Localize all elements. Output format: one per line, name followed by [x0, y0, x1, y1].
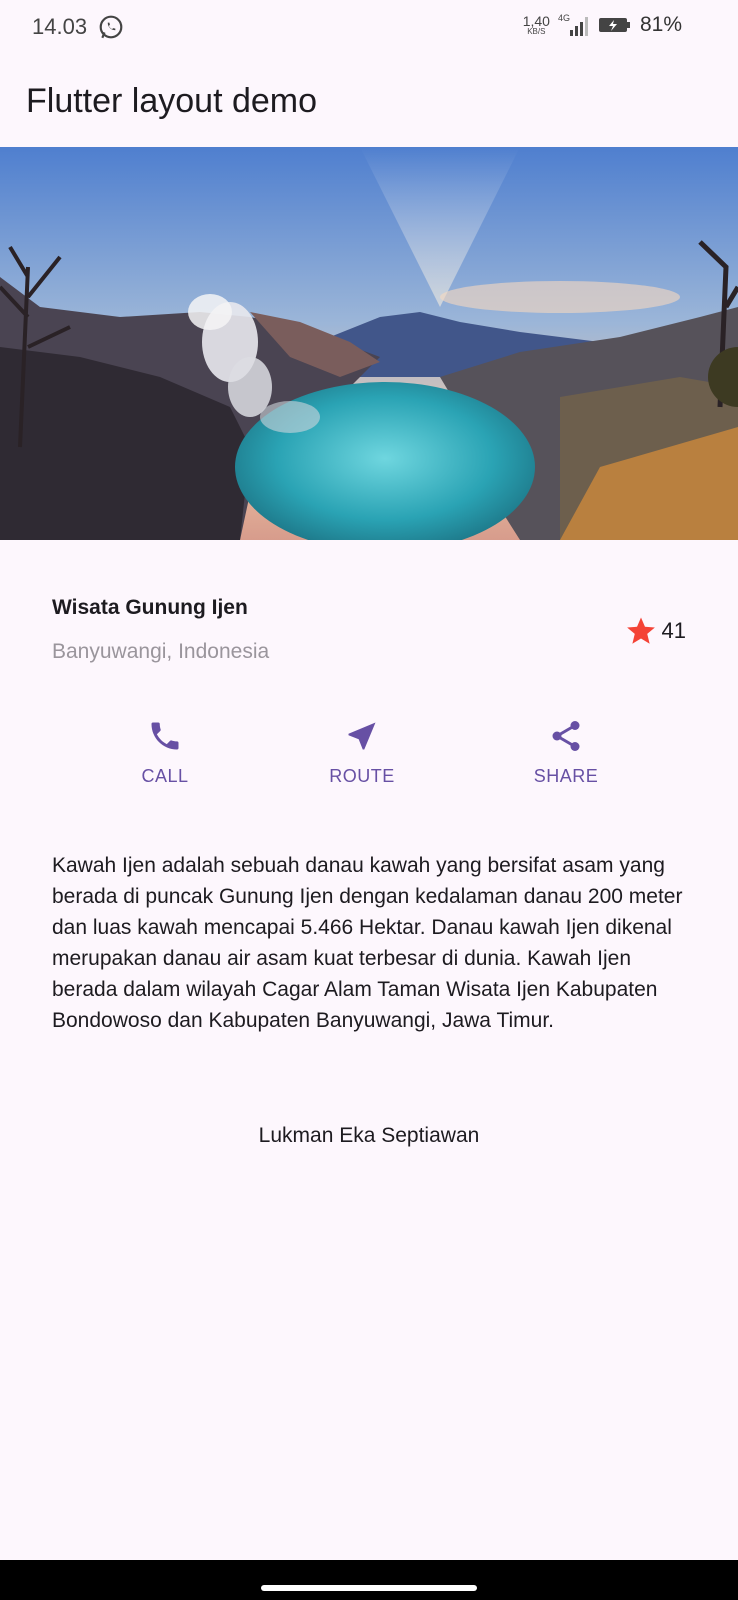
phone-icon: [151, 722, 179, 750]
title-section: Wisata Gunung Ijen Banyuwangi, Indonesia…: [52, 590, 686, 670]
description-text: Kawah Ijen adalah sebuah danau kawah yan…: [52, 854, 683, 1032]
landscape-photo: [0, 147, 738, 540]
home-indicator[interactable]: [261, 1585, 477, 1591]
app-title: Flutter layout demo: [26, 82, 318, 120]
star-icon: [626, 617, 655, 644]
navigation-arrow-icon: [348, 722, 376, 750]
call-label: CALL: [141, 766, 189, 786]
status-bar: 14.03 1,40 KB/S 4G 81%: [0, 0, 738, 56]
battery-percent: 81%: [639, 13, 682, 36]
place-location: Banyuwangi, Indonesia: [52, 640, 270, 663]
hero-image: [0, 147, 738, 540]
network-speed: 1,40 KB/S: [523, 14, 550, 36]
network-speed-value: 1,40: [522, 13, 550, 29]
app-bar: Flutter layout demo: [0, 56, 738, 146]
system-nav-bar: [0, 1560, 738, 1600]
signal-icon: 4G: [558, 13, 588, 36]
share-label: SHARE: [533, 766, 599, 786]
route-label: ROUTE: [329, 766, 395, 786]
share-icon: [552, 721, 580, 751]
battery-icon: [598, 18, 630, 32]
status-time: 14.03: [32, 14, 88, 39]
rating[interactable]: 41: [624, 614, 686, 648]
author-name: Lukman Eka Septiawan: [258, 1124, 480, 1147]
route-button[interactable]: ROUTE: [292, 718, 432, 787]
button-row: CALL ROUTE SHARE: [0, 718, 738, 808]
call-button[interactable]: CALL: [95, 718, 235, 787]
rating-count: 41: [661, 618, 686, 643]
status-icons: 1,40 KB/S 4G 81%: [523, 12, 682, 38]
whatsapp-icon: [99, 15, 123, 39]
network-type-label: 4G: [558, 13, 570, 23]
share-button[interactable]: SHARE: [496, 718, 636, 787]
place-name: Wisata Gunung Ijen: [52, 596, 248, 619]
network-speed-unit: KB/S: [527, 27, 546, 36]
